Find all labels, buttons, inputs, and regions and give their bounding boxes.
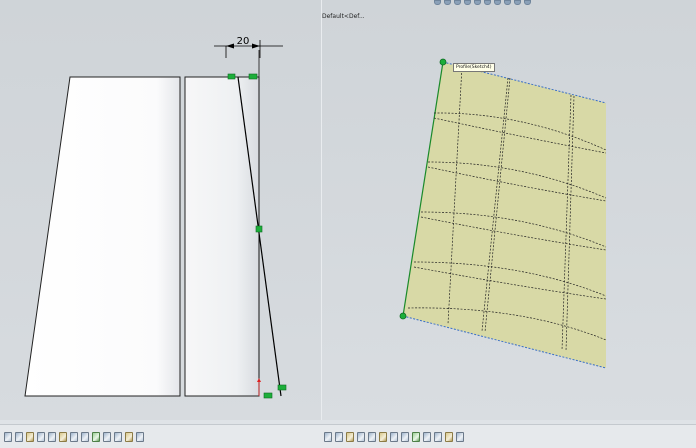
- model-viewport[interactable]: Default<Def... Profile(Sketch4): [322, 0, 696, 420]
- dimension-value: 20: [237, 36, 250, 47]
- display-style-icon[interactable]: [70, 431, 78, 442]
- right-view-toolbar[interactable]: [322, 424, 696, 448]
- constraint-marker[interactable]: [263, 392, 273, 399]
- constraint-marker[interactable]: [227, 73, 236, 80]
- zoom-area-icon[interactable]: [346, 431, 354, 442]
- sketch-viewport[interactable]: 20: [0, 0, 322, 420]
- zoom-area-icon[interactable]: [26, 431, 34, 442]
- profile-tooltip: Profile(Sketch4): [453, 63, 495, 72]
- model-canvas[interactable]: [322, 0, 696, 420]
- tapered-panel[interactable]: [24, 76, 181, 397]
- view-settings-icon[interactable]: [434, 431, 442, 442]
- hide-show-icon[interactable]: [81, 431, 89, 442]
- standard-views-icon[interactable]: [125, 431, 133, 442]
- display-pane-icon[interactable]: [456, 431, 464, 442]
- apply-scene-icon[interactable]: [103, 431, 111, 442]
- profile-point-bottom[interactable]: [399, 312, 407, 320]
- constraint-marker[interactable]: [277, 384, 287, 391]
- view-orient-icon[interactable]: [4, 431, 12, 442]
- sketch-midpoint[interactable]: [255, 225, 263, 233]
- previous-view-icon[interactable]: [357, 431, 365, 442]
- standard-views-icon[interactable]: [445, 431, 453, 442]
- edit-appearance-icon[interactable]: [92, 431, 100, 442]
- dimension-20[interactable]: 20: [214, 36, 283, 58]
- view-orientation-icon[interactable]: [59, 431, 67, 442]
- zoom-fit-icon[interactable]: [335, 431, 343, 442]
- rectangular-panel[interactable]: [184, 76, 260, 397]
- display-style-icon[interactable]: [390, 431, 398, 442]
- view-orientation-icon[interactable]: [379, 431, 387, 442]
- lofted-surface[interactable]: [403, 62, 606, 368]
- sketch-canvas[interactable]: 20: [0, 0, 322, 420]
- hide-show-icon[interactable]: [401, 431, 409, 442]
- view-orient-icon[interactable]: [324, 431, 332, 442]
- constraint-marker[interactable]: [248, 73, 258, 80]
- left-view-toolbar[interactable]: [0, 424, 322, 448]
- display-pane-icon[interactable]: [136, 431, 144, 442]
- apply-scene-icon[interactable]: [423, 431, 431, 442]
- profile-point-top[interactable]: [439, 58, 447, 66]
- zoom-fit-icon[interactable]: [15, 431, 23, 442]
- section-view-icon[interactable]: [368, 431, 376, 442]
- previous-view-icon[interactable]: [37, 431, 45, 442]
- view-settings-icon[interactable]: [114, 431, 122, 442]
- section-view-icon[interactable]: [48, 431, 56, 442]
- edit-appearance-icon[interactable]: [412, 431, 420, 442]
